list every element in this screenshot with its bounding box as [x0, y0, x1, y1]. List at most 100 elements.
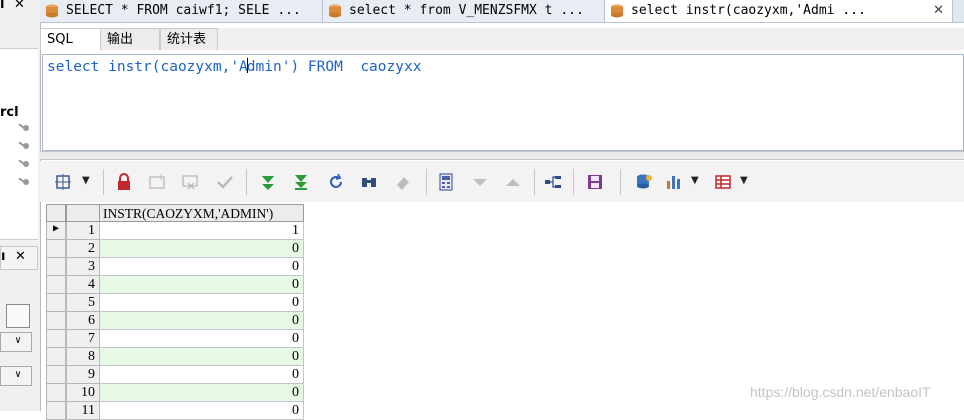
table-cell[interactable]: 0	[100, 312, 304, 330]
table-cell[interactable]: 0	[100, 276, 304, 294]
left-panel-2-header: ı ✕	[0, 246, 38, 270]
row-number[interactable]: 8	[66, 348, 100, 366]
post-changes-icon[interactable]	[215, 172, 235, 192]
arrow-up-icon[interactable]	[503, 172, 523, 192]
key-icon	[18, 160, 29, 167]
tab-sql-window-2[interactable]: select * from V_MENZSFMX t ...	[323, 0, 605, 22]
row-marker[interactable]	[46, 384, 66, 402]
toolbar-separator	[534, 169, 535, 195]
table-cell[interactable]: 0	[100, 240, 304, 258]
row-marker[interactable]: ▶	[46, 222, 66, 240]
table-cell[interactable]: 1	[100, 222, 304, 240]
find-icon[interactable]	[359, 172, 379, 192]
query-builder-icon[interactable]	[53, 172, 73, 192]
table-cell[interactable]: 0	[100, 384, 304, 402]
row-marker[interactable]	[46, 294, 66, 312]
left-panel-close-icon[interactable]: ✕	[14, 0, 25, 12]
editor-splitter[interactable]	[40, 151, 964, 160]
sql-editor[interactable]: select instr(caozyxm,'Admin') FROM caozy…	[42, 54, 964, 151]
table-cell[interactable]: 0	[100, 366, 304, 384]
result-sub-tabs: SQL 输出 统计表	[40, 28, 964, 50]
chevron-down-icon: ∨	[15, 369, 22, 380]
row-number[interactable]: 9	[66, 366, 100, 384]
close-icon[interactable]: ✕	[933, 0, 944, 21]
row-number[interactable]: 3	[66, 258, 100, 276]
tab-label: SELECT * FROM caiwf1; SELE ...	[66, 3, 301, 18]
grid-corner	[66, 204, 100, 222]
chart-icon[interactable]	[664, 172, 684, 192]
tab-sql-window-1[interactable]: SELECT * FROM caiwf1; SELE ...	[40, 0, 323, 22]
key-icon	[18, 178, 29, 185]
tab-label: select * from V_MENZSFMX t ...	[349, 3, 584, 18]
row-marker[interactable]	[46, 402, 66, 420]
chevron-down-icon[interactable]: ▼	[82, 175, 90, 186]
table-cell[interactable]: 0	[100, 294, 304, 312]
fetch-last-icon[interactable]	[291, 172, 311, 192]
sql-select-fragment: select instr(caozyxm,'A	[47, 59, 248, 75]
table-cell[interactable]: 0	[100, 402, 304, 420]
row-number[interactable]: 6	[66, 312, 100, 330]
clear-icon[interactable]	[393, 172, 413, 192]
left-panel-label-fragment: l	[0, 0, 5, 12]
row-number[interactable]: 11	[66, 402, 100, 420]
chevron-down-icon: ∨	[15, 335, 22, 346]
row-marker[interactable]	[46, 330, 66, 348]
row-marker[interactable]	[46, 348, 66, 366]
result-toolbar: ▼ ▼ ▼	[40, 161, 964, 202]
row-marker[interactable]	[46, 258, 66, 276]
left-panel-combo[interactable]: ∨	[0, 332, 32, 352]
sql-from-keyword: FROM	[307, 59, 343, 75]
grid-table-icon[interactable]	[713, 172, 733, 192]
sql-table-name: caozyxx	[360, 59, 422, 75]
row-number[interactable]: 5	[66, 294, 100, 312]
row-number[interactable]: 4	[66, 276, 100, 294]
toolbar-separator	[103, 169, 104, 195]
delete-record-icon[interactable]	[180, 172, 200, 192]
table-cell[interactable]: 0	[100, 348, 304, 366]
tab-sql[interactable]: SQL	[40, 28, 102, 50]
tab-statistics[interactable]: 统计表	[160, 28, 218, 50]
row-number[interactable]: 2	[66, 240, 100, 258]
table-cell[interactable]: 0	[100, 330, 304, 348]
lock-icon[interactable]	[114, 172, 134, 192]
left-panel-combo[interactable]: ∨	[0, 366, 32, 386]
column-header[interactable]: INSTR(CAOZYXM,'ADMIN')	[100, 204, 304, 222]
toolbar-separator	[426, 169, 427, 195]
sql-string-fragment: dmin')	[246, 59, 300, 75]
sql-window-icon	[329, 4, 341, 18]
calculator-icon[interactable]	[436, 172, 456, 192]
fetch-next-icon[interactable]	[258, 172, 278, 192]
row-marker[interactable]	[46, 312, 66, 330]
tab-sql-window-3[interactable]: select instr(caozyxm,'Admi ... ✕	[605, 0, 953, 22]
save-icon[interactable]	[585, 172, 605, 192]
toolbar-separator	[620, 169, 621, 195]
chevron-down-icon[interactable]: ▼	[691, 175, 699, 186]
grid-corner	[46, 204, 66, 222]
key-icon	[18, 142, 29, 149]
result-grid[interactable]: INSTR(CAOZYXM,'ADMIN') ▶ 1 1 2 0 3 0 4 0 5 0 6 0 7 0 8 0…	[46, 204, 306, 420]
toolbar-separator	[246, 169, 247, 195]
sql-window-icon	[46, 4, 58, 18]
chevron-down-icon[interactable]: ▼	[740, 175, 748, 186]
sql-window-icon	[611, 4, 623, 18]
refresh-icon[interactable]	[326, 172, 346, 192]
database-icon[interactable]	[634, 172, 654, 192]
left-panel-2-fragment: ı	[1, 249, 6, 264]
tab-output[interactable]: 输出	[100, 28, 160, 50]
row-number[interactable]: 1	[66, 222, 100, 240]
left-panel-2-close-icon[interactable]: ✕	[15, 249, 26, 264]
new-record-icon[interactable]	[147, 172, 167, 192]
table-cell[interactable]: 0	[100, 258, 304, 276]
left-panel-button[interactable]	[6, 304, 30, 328]
key-icon	[18, 124, 29, 131]
row-marker[interactable]	[46, 366, 66, 384]
export-tree-icon[interactable]	[543, 172, 563, 192]
editor-tab-bar: SELECT * FROM caiwf1; SELE ... select * …	[40, 0, 964, 23]
object-browser-fragment: rcl	[0, 105, 19, 120]
sql-text[interactable]: select instr(caozyxm,'Admin') FROM caozy…	[47, 58, 421, 75]
row-number[interactable]: 10	[66, 384, 100, 402]
row-marker[interactable]	[46, 240, 66, 258]
row-number[interactable]: 7	[66, 330, 100, 348]
arrow-down-icon[interactable]	[470, 172, 490, 192]
row-marker[interactable]	[46, 276, 66, 294]
